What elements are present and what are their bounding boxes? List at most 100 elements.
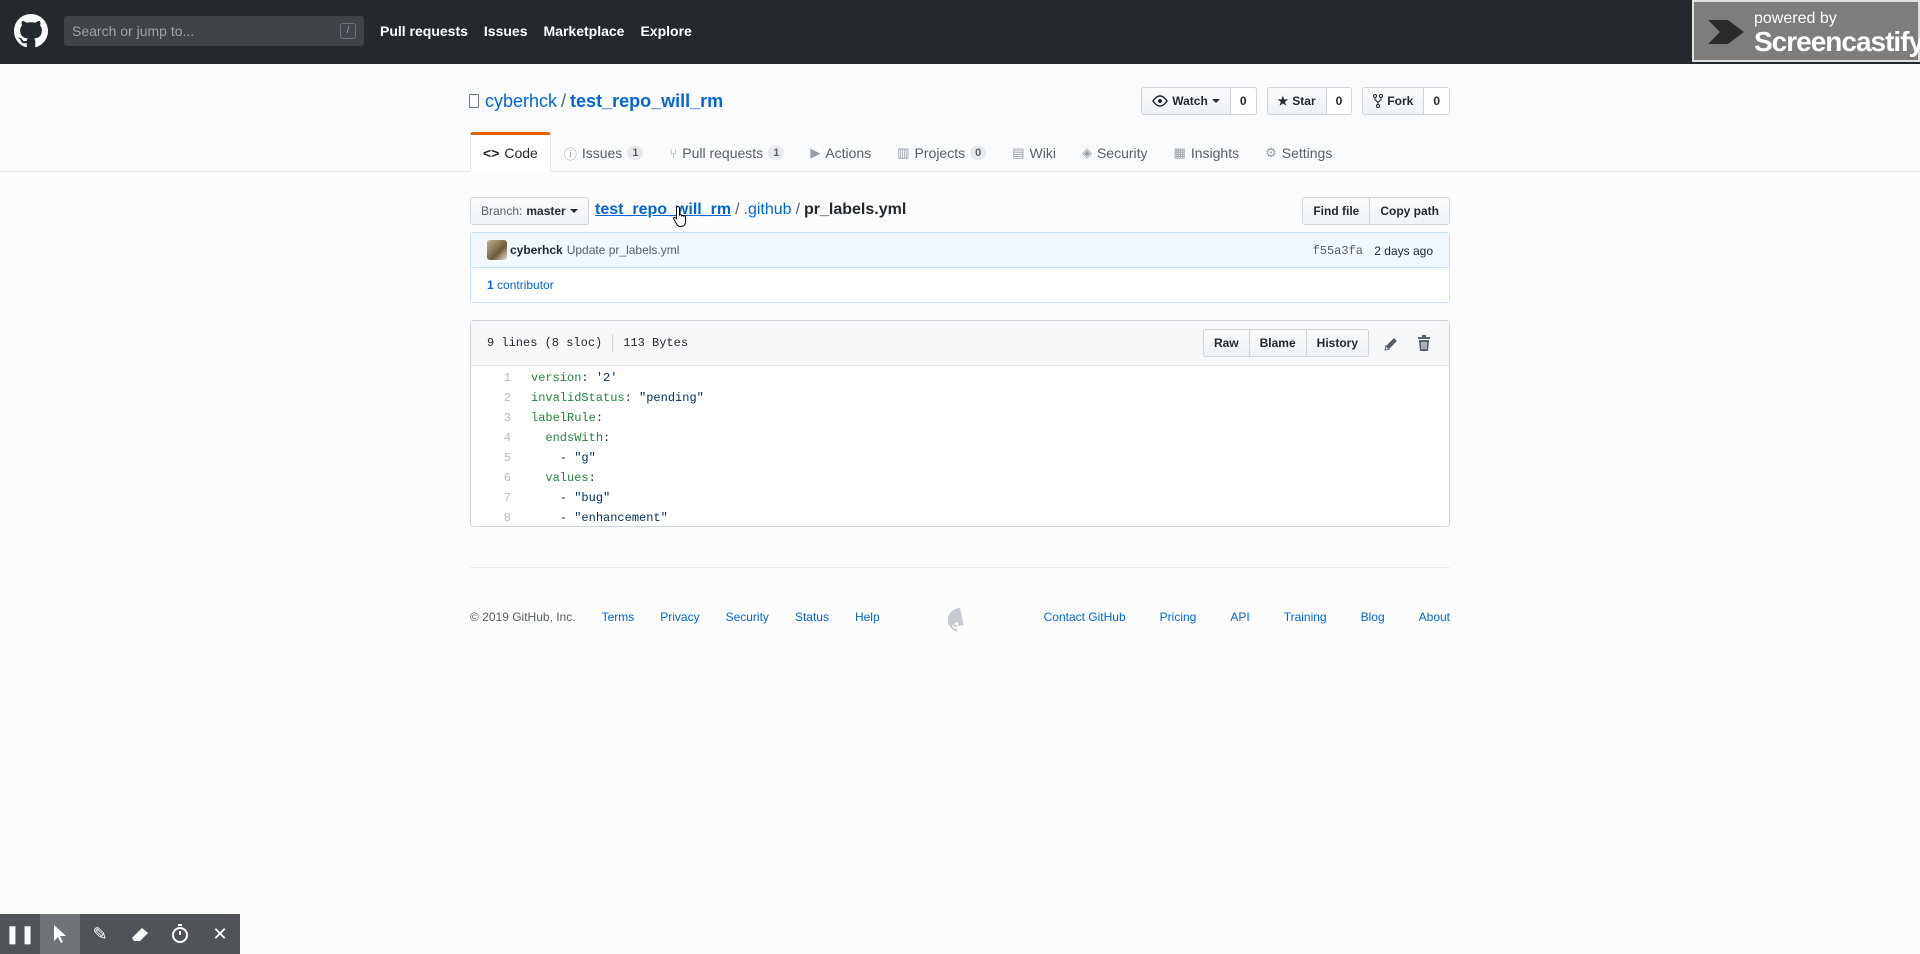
nav-explore[interactable]: Explore bbox=[640, 23, 691, 39]
watch-button[interactable]: Watch bbox=[1141, 87, 1231, 115]
search-input[interactable]: Search or jump to... / bbox=[64, 16, 364, 46]
screencastify-wordmark: Screencastify bbox=[1754, 26, 1920, 57]
repo-owner-link[interactable]: cyberhck bbox=[485, 91, 557, 111]
footer-link-about[interactable]: About bbox=[1419, 610, 1450, 624]
repo-name-link[interactable]: test_repo_will_rm bbox=[570, 91, 723, 111]
trash-icon[interactable] bbox=[1417, 335, 1431, 351]
line-number[interactable]: 1 bbox=[471, 371, 521, 385]
commit-author[interactable]: cyberhck bbox=[510, 243, 563, 257]
pause-icon[interactable]: ❚❚ bbox=[0, 914, 40, 954]
code-line: 1 version: '2' bbox=[471, 368, 1449, 388]
line-number[interactable]: 4 bbox=[471, 431, 521, 445]
github-logo-icon[interactable] bbox=[14, 14, 48, 48]
line-number[interactable]: 5 bbox=[471, 451, 521, 465]
commit-sha[interactable]: f55a3fa bbox=[1313, 244, 1363, 258]
github-mark-icon[interactable] bbox=[948, 608, 972, 632]
history-button[interactable]: History bbox=[1306, 329, 1369, 357]
file-lines-info: 9 lines (8 sloc) bbox=[487, 336, 603, 350]
blame-button[interactable]: Blame bbox=[1249, 329, 1307, 357]
line-number[interactable]: 2 bbox=[471, 391, 521, 405]
branch-select-button[interactable]: Branch: master bbox=[470, 197, 589, 225]
chevron-down-icon bbox=[1211, 99, 1220, 103]
tab-projects[interactable]: ▥ Projects 0 bbox=[884, 132, 999, 172]
watch-count[interactable]: 0 bbox=[1230, 87, 1257, 115]
file-buttons: Raw Blame History bbox=[1202, 329, 1369, 357]
line-number[interactable]: 3 bbox=[471, 411, 521, 425]
tab-issues[interactable]: ⓘ Issues 1 bbox=[551, 132, 657, 172]
eraser-icon[interactable] bbox=[120, 914, 160, 954]
footer-link-help[interactable]: Help bbox=[855, 610, 880, 624]
line-number[interactable]: 6 bbox=[471, 471, 521, 485]
tab-actions[interactable]: ▶ Actions bbox=[797, 132, 884, 172]
tab-wiki[interactable]: ▤ Wiki bbox=[999, 132, 1069, 172]
footer-copyright: © 2019 GitHub, Inc. bbox=[470, 610, 576, 624]
fork-count[interactable]: 0 bbox=[1424, 87, 1450, 115]
star-label: Star bbox=[1292, 94, 1316, 108]
tab-wiki-label: Wiki bbox=[1029, 145, 1056, 161]
code-line: 7 - "bug" bbox=[471, 488, 1449, 508]
pencil-icon[interactable] bbox=[1383, 336, 1399, 352]
footer-link-api[interactable]: API bbox=[1230, 610, 1249, 624]
book-icon: ▤ bbox=[1012, 145, 1025, 160]
tab-code[interactable]: <> Code bbox=[470, 132, 551, 172]
yaml-sep: : bbox=[581, 371, 596, 385]
file-header: 9 lines (8 sloc) 113 Bytes Raw Blame His… bbox=[471, 321, 1449, 366]
star-icon: ★ bbox=[1277, 94, 1289, 108]
footer-link-blog[interactable]: Blog bbox=[1361, 610, 1385, 624]
tab-insights[interactable]: ▦ Insights bbox=[1161, 132, 1253, 172]
contributors-label: contributor bbox=[497, 278, 554, 292]
close-icon[interactable]: ✕ bbox=[200, 914, 240, 954]
nav-issues[interactable]: Issues bbox=[484, 23, 528, 39]
tab-projects-counter: 0 bbox=[970, 146, 987, 160]
fork-label: Fork bbox=[1387, 94, 1414, 108]
commit-tease: cyberhck Update pr_labels.yml f55a3fa 2 … bbox=[470, 232, 1450, 303]
play-icon: ▶ bbox=[810, 145, 821, 160]
star-button[interactable]: ★ Star bbox=[1266, 87, 1327, 115]
fork-button[interactable]: Fork bbox=[1362, 87, 1425, 115]
tab-pull-requests-counter: 1 bbox=[768, 146, 785, 160]
star-count[interactable]: 0 bbox=[1326, 87, 1353, 115]
line-number[interactable]: 8 bbox=[471, 511, 521, 525]
nav-marketplace[interactable]: Marketplace bbox=[544, 23, 625, 39]
commit-message[interactable]: Update pr_labels.yml bbox=[567, 243, 680, 257]
raw-button[interactable]: Raw bbox=[1202, 329, 1250, 357]
line-content: - "enhancement" bbox=[521, 511, 668, 525]
file-nav-actions: Find file Copy path bbox=[1302, 197, 1450, 225]
tab-security-label: Security bbox=[1096, 145, 1148, 161]
issue-icon: ⓘ bbox=[563, 146, 577, 162]
tab-pull-requests[interactable]: ⑂ Pull requests 1 bbox=[656, 132, 797, 172]
header-nav: Pull requests Issues Marketplace Explore bbox=[380, 23, 692, 39]
star-group: ★ Star 0 bbox=[1266, 87, 1353, 115]
footer-link-contact[interactable]: Contact GitHub bbox=[1044, 610, 1126, 624]
yaml-sep: : bbox=[595, 411, 604, 425]
timer-icon[interactable] bbox=[160, 914, 200, 954]
pen-icon[interactable]: ✎ bbox=[80, 914, 120, 954]
contributors-link[interactable]: 1 contributor bbox=[471, 268, 1449, 302]
yaml-key: values bbox=[545, 471, 589, 485]
line-content: - "g" bbox=[521, 451, 596, 465]
nav-pull-requests[interactable]: Pull requests bbox=[380, 23, 468, 39]
copy-path-button[interactable]: Copy path bbox=[1370, 197, 1450, 225]
cursor-icon[interactable] bbox=[40, 914, 80, 954]
breadcrumb-github-dir-link[interactable]: .github bbox=[744, 201, 792, 218]
search-shortcut-badge: / bbox=[340, 23, 356, 39]
footer-link-security[interactable]: Security bbox=[726, 610, 769, 624]
code-icon: <> bbox=[483, 145, 500, 161]
footer-link-pricing[interactable]: Pricing bbox=[1160, 610, 1197, 624]
tab-settings[interactable]: ⚙ Settings bbox=[1252, 132, 1345, 172]
yaml-sep: : bbox=[624, 391, 640, 405]
footer-link-status[interactable]: Status bbox=[795, 610, 829, 624]
footer-link-terms[interactable]: Terms bbox=[602, 610, 635, 624]
repo-icon bbox=[469, 94, 479, 108]
footer-link-training[interactable]: Training bbox=[1284, 610, 1327, 624]
find-file-button[interactable]: Find file bbox=[1302, 197, 1371, 225]
breadcrumb-repo-link[interactable]: test_repo_will_rm bbox=[595, 201, 731, 218]
line-number[interactable]: 7 bbox=[471, 491, 521, 505]
breadcrumb-separator: / bbox=[795, 201, 801, 218]
tab-security[interactable]: ◈ Security bbox=[1069, 132, 1161, 172]
tab-issues-label: Issues bbox=[581, 145, 623, 161]
footer-link-privacy[interactable]: Privacy bbox=[660, 610, 699, 624]
avatar[interactable] bbox=[487, 240, 507, 260]
